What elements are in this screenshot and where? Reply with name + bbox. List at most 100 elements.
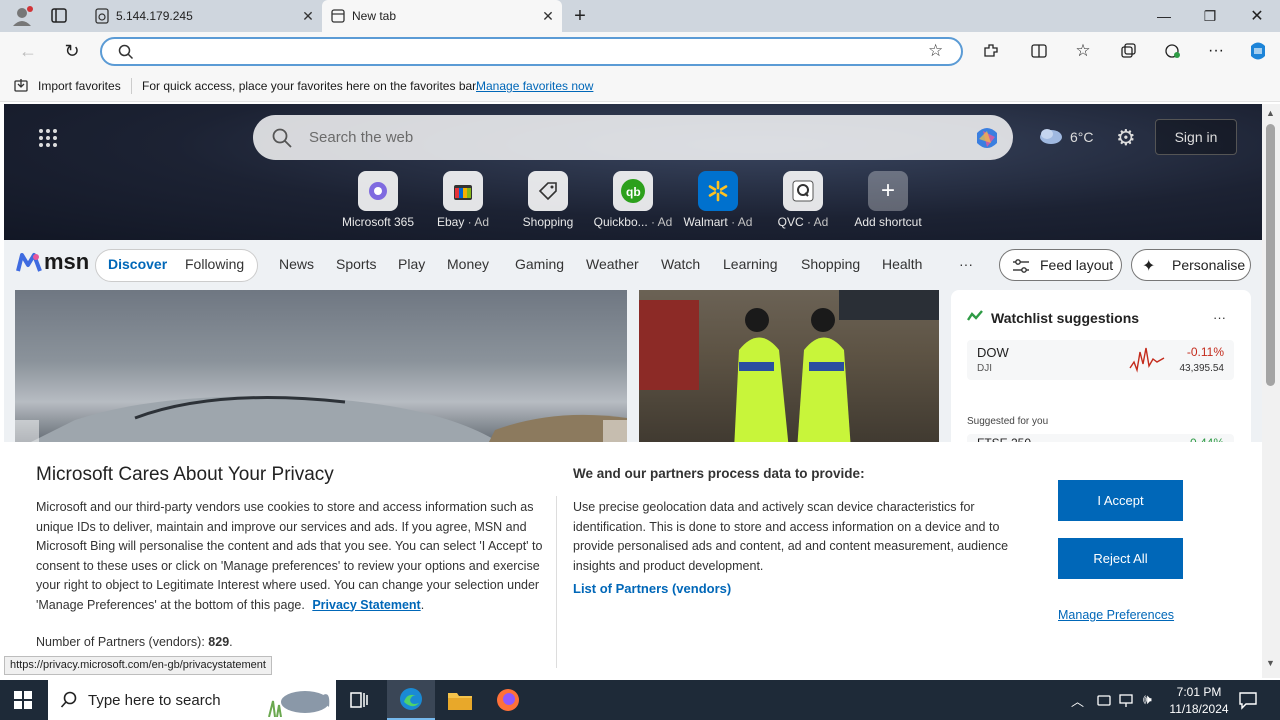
tab-ip[interactable]: 5.144.179.245 ✕ xyxy=(86,0,322,32)
firefox-icon[interactable] xyxy=(496,688,520,715)
weather-cloud-icon[interactable] xyxy=(1038,126,1064,149)
watchlist-card: Watchlist suggestions ··· DOW DJI -0.11%… xyxy=(951,290,1251,464)
nav-news[interactable]: News xyxy=(279,256,314,272)
favorites-message: For quick access, place your favorites h… xyxy=(142,79,479,93)
web-search-box[interactable]: Search the web xyxy=(253,115,1013,160)
settings-gear-icon[interactable]: ⚙ xyxy=(1116,125,1136,151)
back-icon[interactable]: ← xyxy=(16,39,40,63)
privacy-statement-link[interactable]: Privacy Statement xyxy=(312,598,420,612)
collections-icon[interactable] xyxy=(1116,39,1140,63)
msn-logo-icon[interactable] xyxy=(16,251,42,276)
nav-watch[interactable]: Watch xyxy=(661,256,700,272)
privacy-body: Microsoft and our third-party vendors us… xyxy=(36,500,543,612)
ad-tag: · Ad xyxy=(651,215,673,229)
police-news-card[interactable] xyxy=(639,290,939,450)
meet-now-icon[interactable] xyxy=(1096,692,1112,711)
favorites-icon[interactable]: ☆ xyxy=(1071,39,1095,63)
police-image xyxy=(639,290,939,450)
restore-button[interactable]: ❐ xyxy=(1187,0,1233,32)
shortcut-ebay[interactable]: Ebay · Ad xyxy=(423,171,503,229)
shortcut-microsoft-365[interactable]: Microsoft 365 xyxy=(338,171,418,229)
taskbar-edge-button[interactable] xyxy=(387,680,435,720)
address-bar[interactable]: ☆ xyxy=(100,37,963,66)
personalise-button[interactable]: ✦ Personalise xyxy=(1131,249,1251,281)
privacy-divider xyxy=(556,496,557,668)
weather-temperature[interactable]: 6°C xyxy=(1070,129,1094,145)
sign-in-button[interactable]: Sign in xyxy=(1155,119,1237,155)
scroll-up-icon[interactable]: ▲ xyxy=(1266,108,1275,118)
copilot-icon[interactable] xyxy=(973,125,1001,154)
split-screen-icon[interactable] xyxy=(1027,39,1051,63)
nav-weather[interactable]: Weather xyxy=(586,256,639,272)
nav-money[interactable]: Money xyxy=(447,256,489,272)
refresh-icon[interactable]: ↻ xyxy=(60,39,84,63)
notifications-icon[interactable] xyxy=(1238,690,1258,713)
accept-button[interactable]: I Accept xyxy=(1058,480,1183,521)
shortcut-quickbooks[interactable]: qb Quickbo... · Ad xyxy=(593,171,673,229)
hero-news-card[interactable] xyxy=(15,290,627,450)
personalise-icon: ✦ xyxy=(1142,258,1156,275)
tab-following[interactable]: Following xyxy=(185,256,244,272)
scroll-thumb[interactable] xyxy=(1266,124,1275,386)
web-search-placeholder: Search the web xyxy=(309,129,414,146)
address-input[interactable] xyxy=(142,42,922,62)
close-tab-icon[interactable]: ✕ xyxy=(300,8,316,24)
nav-gaming[interactable]: Gaming xyxy=(515,256,564,272)
reject-all-button[interactable]: Reject All xyxy=(1058,538,1183,579)
purposes-body: Use precise geolocation data and activel… xyxy=(573,500,1009,573)
partners-list-link[interactable]: List of Partners (vendors) xyxy=(573,581,731,596)
nav-more-icon[interactable]: ··· xyxy=(959,256,973,272)
page-scrollbar[interactable]: ▲ ▼ xyxy=(1262,104,1280,678)
import-favorites-button[interactable]: Import favorites xyxy=(38,79,121,93)
scroll-down-icon[interactable]: ▼ xyxy=(1266,658,1275,668)
copilot-icon[interactable] xyxy=(1246,39,1270,63)
clock-date[interactable]: 11/18/2024 xyxy=(1164,702,1234,716)
shortcut-walmart[interactable]: Walmart · Ad xyxy=(678,171,758,229)
taskbar-search-placeholder: Type here to search xyxy=(88,692,221,709)
profile-icon[interactable] xyxy=(8,4,36,28)
extensions-icon[interactable] xyxy=(979,39,1003,63)
show-hidden-icons-icon[interactable]: ︿ xyxy=(1071,691,1084,710)
volume-icon[interactable]: 🕪 xyxy=(1143,691,1152,708)
search-icon xyxy=(118,44,134,63)
shortcut-label: Microsoft 365 xyxy=(341,215,415,229)
watchlist-more-icon[interactable]: ··· xyxy=(1213,310,1226,325)
manage-preferences-link[interactable]: Manage Preferences xyxy=(1058,608,1174,622)
performance-icon[interactable] xyxy=(1160,39,1184,63)
start-windows-icon[interactable] xyxy=(14,691,32,712)
taskbar-search-box[interactable]: Type here to search xyxy=(48,680,336,720)
tab-discover[interactable]: Discover xyxy=(108,256,167,272)
manage-favorites-link[interactable]: Manage favorites now xyxy=(476,79,593,93)
close-tab-icon[interactable]: ✕ xyxy=(540,8,556,24)
nav-learning[interactable]: Learning xyxy=(723,256,778,272)
svg-text:qb: qb xyxy=(626,185,641,199)
shortcut-qvc[interactable]: QVC · Ad xyxy=(763,171,843,229)
nav-shopping[interactable]: Shopping xyxy=(801,256,860,272)
shortcut-add[interactable]: + Add shortcut xyxy=(848,171,928,229)
edge-icon xyxy=(399,687,423,714)
stock-symbol: DOW xyxy=(977,345,1009,360)
new-tab-button[interactable]: + xyxy=(568,4,592,28)
nav-health[interactable]: Health xyxy=(882,256,922,272)
stock-sparkline xyxy=(1129,347,1165,373)
task-view-icon[interactable] xyxy=(349,690,369,713)
tab-new-tab[interactable]: New tab ✕ xyxy=(322,0,562,32)
network-icon[interactable] xyxy=(1119,692,1135,711)
nav-sports[interactable]: Sports xyxy=(336,256,376,272)
ad-tag: · Ad xyxy=(807,215,829,229)
status-url: https://privacy.microsoft.com/en-gb/priv… xyxy=(4,656,272,675)
more-menu-icon[interactable]: ··· xyxy=(1204,39,1228,63)
clock-time[interactable]: 7:01 PM xyxy=(1174,685,1224,699)
file-explorer-icon[interactable] xyxy=(447,688,473,715)
close-window-button[interactable]: ✕ xyxy=(1234,0,1280,32)
partners-count-line: Number of Partners (vendors): 829. xyxy=(36,635,233,649)
favorite-star-icon[interactable]: ☆ xyxy=(928,41,943,61)
minimize-button[interactable]: — xyxy=(1141,0,1187,32)
feed-layout-button[interactable]: Feed layout xyxy=(999,249,1122,281)
shortcut-shopping[interactable]: Shopping xyxy=(508,171,588,229)
app-launcher-icon[interactable] xyxy=(38,128,58,151)
msn-logo-text[interactable]: msn xyxy=(44,249,89,275)
stock-row[interactable]: DOW DJI -0.11% 43,395.54 xyxy=(967,340,1234,380)
tab-actions-icon[interactable] xyxy=(48,6,70,26)
nav-play[interactable]: Play xyxy=(398,256,425,272)
